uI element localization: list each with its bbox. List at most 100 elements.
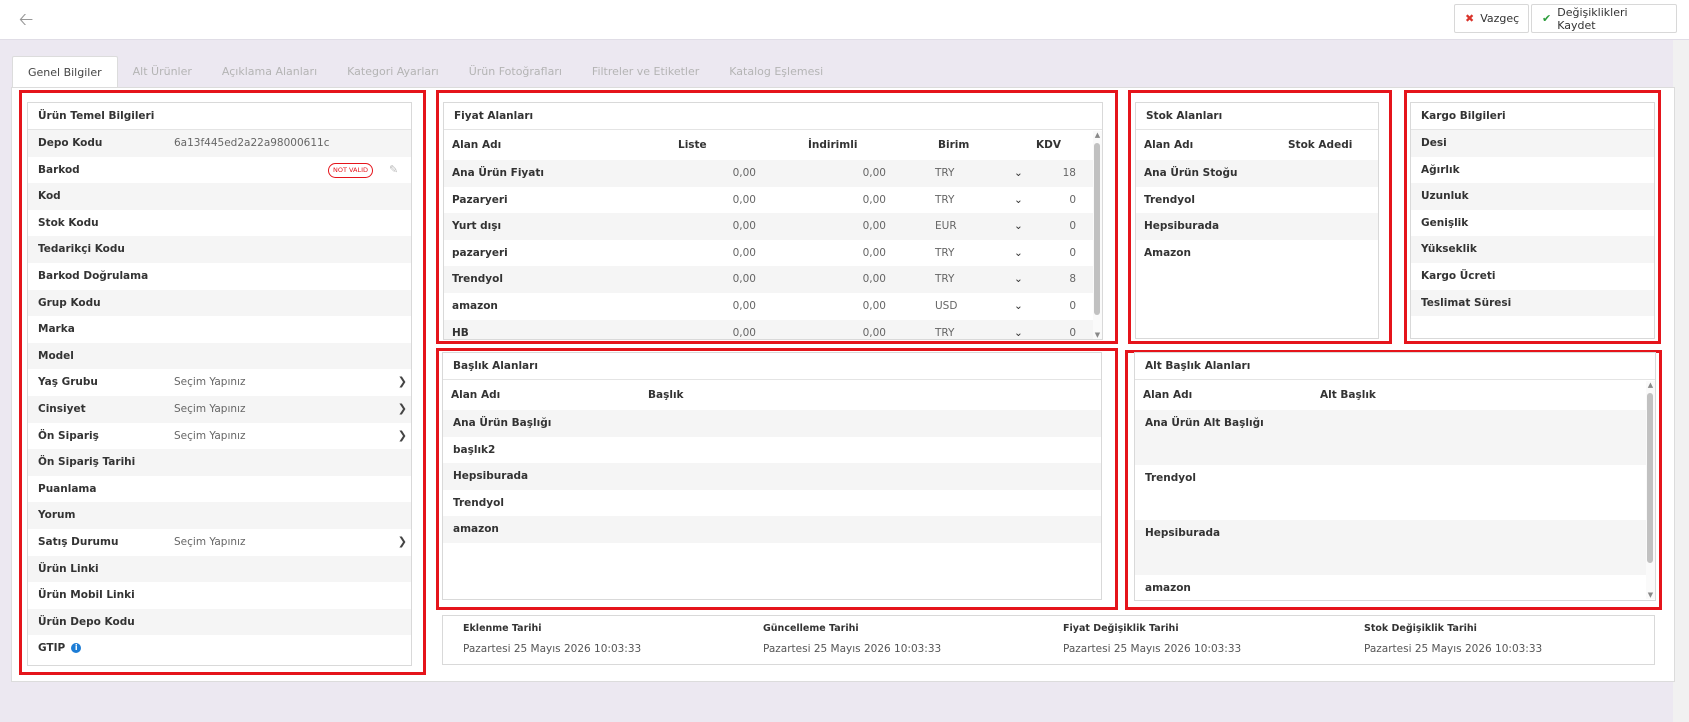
cargo-row-weight[interactable]: Ağırlık xyxy=(1411,157,1654,184)
unit-select[interactable]: EUR xyxy=(935,213,957,240)
cargo-row-height[interactable]: Yükseklik xyxy=(1411,236,1654,263)
field-row-supplier-code[interactable]: Tedarikçi Kodu xyxy=(28,236,411,263)
field-row-stock-code[interactable]: Stok Kodu xyxy=(28,210,411,237)
save-changes-button[interactable]: ✔ Değişiklikleri Kaydet xyxy=(1531,4,1677,33)
vat-input[interactable]: 0 xyxy=(1044,320,1076,339)
chevron-down-icon[interactable]: ⌄ xyxy=(1014,160,1023,187)
unit-select[interactable]: TRY xyxy=(935,187,954,214)
title-row[interactable]: Hepsiburada xyxy=(443,463,1101,490)
magic-wand-icon[interactable]: ✎ xyxy=(389,157,398,184)
discount-price-input[interactable]: 0,00 xyxy=(814,187,886,214)
scroll-up-icon[interactable]: ▲ xyxy=(1646,381,1655,389)
cargo-row-desi[interactable]: Desi xyxy=(1411,130,1654,157)
discount-price-input[interactable]: 0,00 xyxy=(814,160,886,187)
discount-price-input[interactable]: 0,00 xyxy=(814,266,886,293)
list-price-input[interactable]: 0,00 xyxy=(684,293,756,320)
chevron-down-icon[interactable]: ⌄ xyxy=(1014,293,1023,320)
scroll-down-icon[interactable]: ▼ xyxy=(1093,331,1102,339)
cargo-row-delivery-time[interactable]: Teslimat Süresi xyxy=(1411,289,1654,317)
page-scrollbar[interactable] xyxy=(1673,40,1689,722)
discount-price-input[interactable]: 0,00 xyxy=(814,240,886,267)
vat-input[interactable]: 8 xyxy=(1044,266,1076,293)
vat-input[interactable]: 18 xyxy=(1044,160,1076,187)
subtitles-scrollbar[interactable]: ▲ ▼ xyxy=(1646,381,1655,599)
list-price-input[interactable]: 0,00 xyxy=(684,320,756,339)
title-row[interactable]: Ana Ürün Başlığı xyxy=(443,410,1101,437)
subtitle-row[interactable]: amazon xyxy=(1135,575,1655,600)
title-row[interactable]: başlık2 xyxy=(443,437,1101,464)
stock-row[interactable]: Trendyol xyxy=(1136,187,1378,214)
tab-product-photos[interactable]: Ürün Fotoğrafları xyxy=(454,56,577,88)
stock-row[interactable]: Ana Ürün Stoğu xyxy=(1136,160,1378,187)
tab-catalog-mapping[interactable]: Katalog Eşlemesi xyxy=(714,56,838,88)
field-row-model[interactable]: Model xyxy=(28,342,411,370)
chevron-down-icon[interactable]: ❯ xyxy=(398,423,407,450)
field-row-gtip[interactable]: GTIP i xyxy=(28,635,411,662)
subtitle-row[interactable]: Trendyol xyxy=(1135,465,1655,520)
vat-input[interactable]: 0 xyxy=(1044,187,1076,214)
cargo-row-width[interactable]: Genişlik xyxy=(1411,210,1654,237)
chevron-down-icon[interactable]: ⌄ xyxy=(1014,240,1023,267)
chevron-down-icon[interactable]: ⌄ xyxy=(1014,266,1023,293)
chevron-down-icon[interactable]: ❯ xyxy=(398,396,407,423)
field-row-barcode-verify[interactable]: Barkod Doğrulama xyxy=(28,263,411,290)
stock-row[interactable]: Amazon xyxy=(1136,240,1378,267)
age-group-select[interactable]: Seçim Yapınız xyxy=(174,369,245,396)
field-row-code[interactable]: Kod xyxy=(28,183,411,210)
cargo-row-fee[interactable]: Kargo Ücreti xyxy=(1411,263,1654,290)
title-row[interactable]: amazon xyxy=(443,516,1101,543)
vat-input[interactable]: 0 xyxy=(1044,213,1076,240)
discount-price-input[interactable]: 0,00 xyxy=(814,293,886,320)
field-row-preorder[interactable]: Ön Sipariş Seçim Yapınız ❯ xyxy=(28,423,411,450)
vat-input[interactable]: 0 xyxy=(1044,240,1076,267)
tab-sub-products[interactable]: Alt Ürünler xyxy=(118,56,207,88)
list-price-input[interactable]: 0,00 xyxy=(684,240,756,267)
unit-select[interactable]: TRY xyxy=(935,320,954,339)
field-row-product-depot-code[interactable]: Ürün Depo Kodu xyxy=(28,608,411,636)
discount-price-input[interactable]: 0,00 xyxy=(814,213,886,240)
back-arrow-icon[interactable]: 🡠 xyxy=(16,10,36,30)
subtitle-row[interactable]: Ana Ürün Alt Başlığı xyxy=(1135,410,1655,465)
list-price-input[interactable]: 0,00 xyxy=(684,187,756,214)
field-row-gender[interactable]: Cinsiyet Seçim Yapınız ❯ xyxy=(28,395,411,423)
unit-select[interactable]: TRY xyxy=(935,160,954,187)
unit-select[interactable]: TRY xyxy=(935,266,954,293)
chevron-down-icon[interactable]: ⌄ xyxy=(1014,187,1023,214)
scroll-thumb[interactable] xyxy=(1647,393,1653,563)
vat-input[interactable]: 0 xyxy=(1044,293,1076,320)
cargo-row-length[interactable]: Uzunluk xyxy=(1411,183,1654,210)
depot-code-value[interactable]: 6a13f445ed2a22a98000611c xyxy=(174,130,329,157)
list-price-input[interactable]: 0,00 xyxy=(684,160,756,187)
tab-category-settings[interactable]: Kategori Ayarları xyxy=(332,56,454,88)
stock-row[interactable]: Hepsiburada xyxy=(1136,213,1378,240)
subtitle-row[interactable]: Hepsiburada xyxy=(1135,520,1655,575)
scroll-down-icon[interactable]: ▼ xyxy=(1646,591,1655,599)
unit-select[interactable]: TRY xyxy=(935,240,954,267)
list-price-input[interactable]: 0,00 xyxy=(684,213,756,240)
field-row-mobile-link[interactable]: Ürün Mobil Linki xyxy=(28,582,411,609)
info-icon[interactable]: i xyxy=(71,643,82,654)
chevron-down-icon[interactable]: ❯ xyxy=(398,369,407,396)
sales-status-select[interactable]: Seçim Yapınız xyxy=(174,529,245,556)
chevron-down-icon[interactable]: ⌄ xyxy=(1014,320,1023,339)
gender-select[interactable]: Seçim Yapınız xyxy=(174,396,245,423)
preorder-select[interactable]: Seçim Yapınız xyxy=(174,423,245,450)
title-row[interactable]: Trendyol xyxy=(443,490,1101,517)
unit-select[interactable]: USD xyxy=(935,293,957,320)
discount-price-input[interactable]: 0,00 xyxy=(814,320,886,339)
scroll-up-icon[interactable]: ▲ xyxy=(1093,131,1102,139)
field-row-sales-status[interactable]: Satış Durumu Seçim Yapınız ❯ xyxy=(28,529,411,556)
tab-description-fields[interactable]: Açıklama Alanları xyxy=(207,56,332,88)
chevron-down-icon[interactable]: ⌄ xyxy=(1014,213,1023,240)
chevron-down-icon[interactable]: ❯ xyxy=(398,529,407,556)
price-scrollbar[interactable]: ▲ ▼ xyxy=(1093,131,1102,339)
cancel-button[interactable]: ✖ Vazgeç xyxy=(1454,4,1529,33)
tab-general-info[interactable]: Genel Bilgiler xyxy=(12,56,118,88)
field-row-age-group[interactable]: Yaş Grubu Seçim Yapınız ❯ xyxy=(28,369,411,396)
field-row-brand[interactable]: Marka xyxy=(28,316,411,343)
field-row-comment[interactable]: Yorum xyxy=(28,502,411,529)
field-row-rating[interactable]: Puanlama xyxy=(28,476,411,503)
field-row-product-link[interactable]: Ürün Linki xyxy=(28,555,411,583)
list-price-input[interactable]: 0,00 xyxy=(684,266,756,293)
field-row-group-code[interactable]: Grup Kodu xyxy=(28,289,411,317)
